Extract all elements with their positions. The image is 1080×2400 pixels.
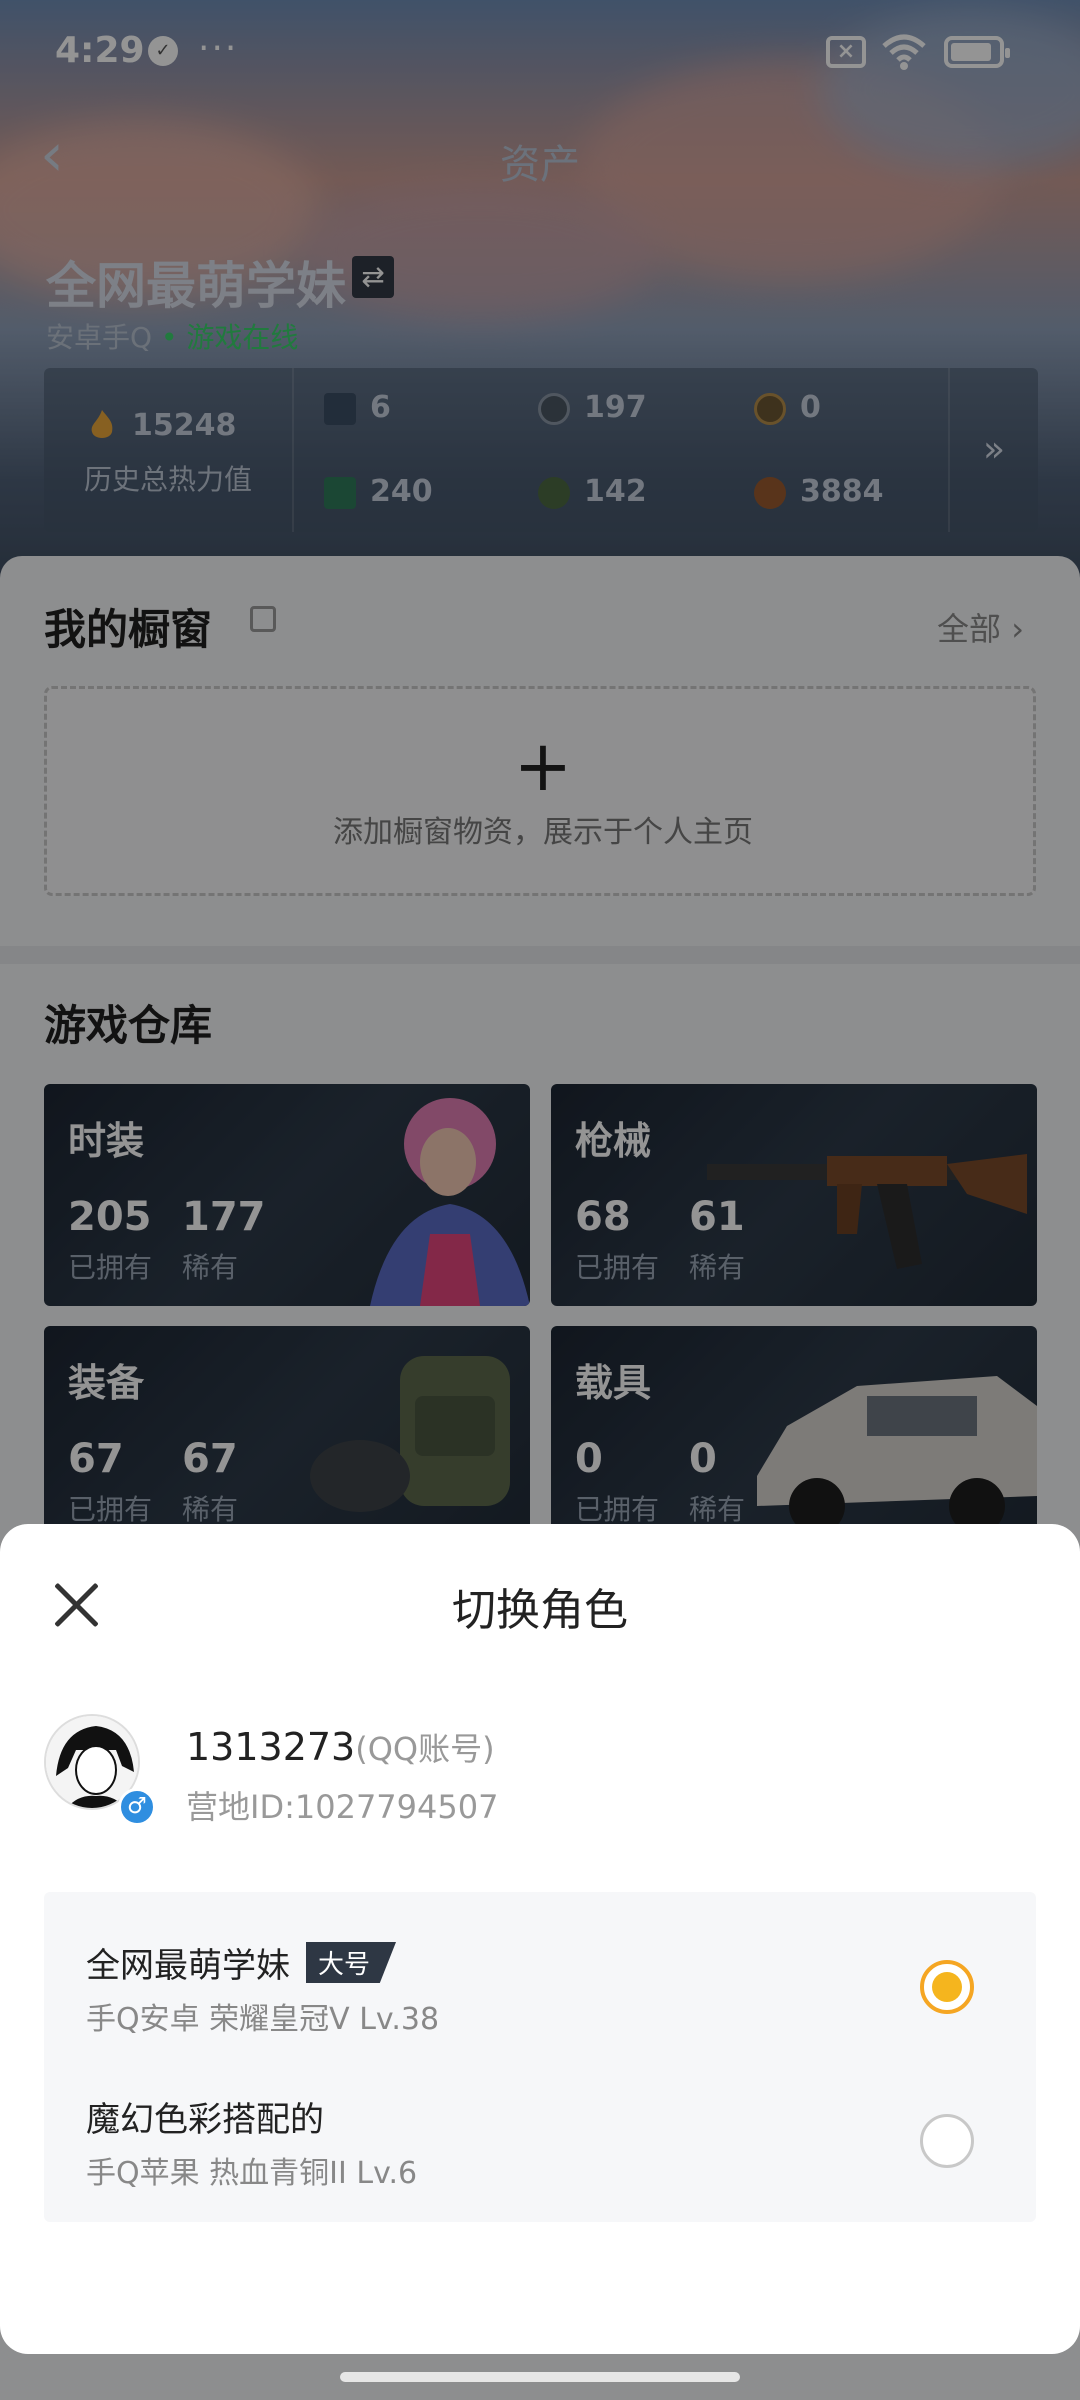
role-list: 全网最萌学妹 大号 手Q安卓 荣耀皇冠V Lv.38 魔幻色彩搭配的 手Q苹果 热… [44,1892,1036,2222]
switch-role-sheet: 切换角色 ♂ 1313273(QQ账号) 营地ID:1027794507 全网最… [0,1524,1080,2354]
sheet-title: 切换角色 [452,1585,628,1636]
male-icon: ♂ [118,1788,156,1826]
role-name: 全网最萌学妹 [86,1946,290,1986]
role-item[interactable]: 全网最萌学妹 大号 手Q安卓 荣耀皇冠V Lv.38 [44,1908,1036,2048]
role-info: 手Q安卓 荣耀皇冠V Lv.38 [86,2002,440,2037]
home-indicator[interactable] [340,2372,740,2382]
camp-id: 营地ID:1027794507 [186,1788,499,1826]
role-item[interactable]: 魔幻色彩搭配的 手Q苹果 热血青铜II Lv.6 [44,2062,1036,2202]
radio-unselected[interactable] [920,2114,974,2168]
main-account-tag: 大号 [306,1942,397,1983]
role-info: 手Q苹果 热血青铜II Lv.6 [86,2156,418,2191]
account-number: 1313273 [186,1725,356,1769]
account-type: (QQ账号) [355,1730,495,1768]
role-name: 魔幻色彩搭配的 [86,2100,324,2140]
radio-selected[interactable] [920,1960,974,2014]
role-name-line: 魔幻色彩搭配的 [86,2092,324,2141]
role-name-line: 全网最萌学妹 大号 [86,1938,397,1987]
account-line: 1313273(QQ账号) [186,1724,495,1770]
